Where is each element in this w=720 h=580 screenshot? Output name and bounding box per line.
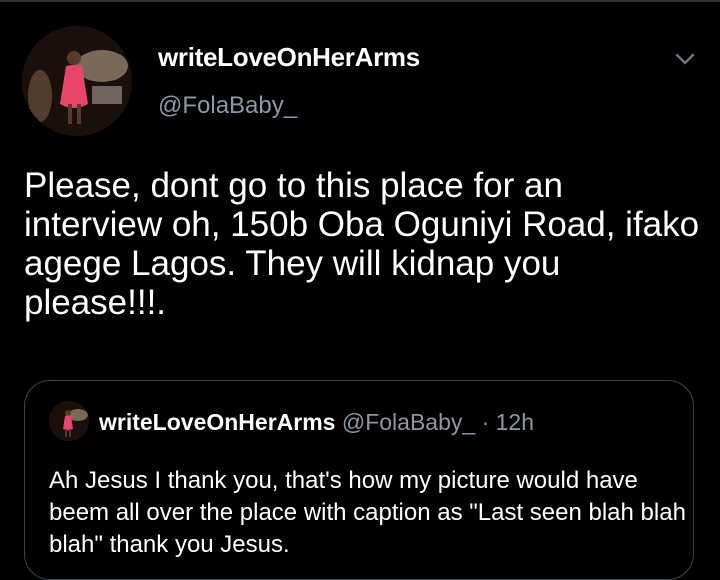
profile-photo	[49, 401, 89, 441]
quoted-author-handle[interactable]: @FolaBaby_	[342, 409, 475, 435]
tweet-text: Please, dont go to this place for an int…	[24, 166, 700, 322]
profile-photo	[22, 26, 132, 136]
quoted-author-display-name[interactable]: writeLoveOnHerArms	[99, 409, 335, 435]
quoted-tweet-header: writeLoveOnHerArms @FolaBaby_ · 12h	[99, 409, 534, 436]
author-handle[interactable]: @FolaBaby_	[158, 92, 297, 120]
quoted-separator: ·	[481, 409, 490, 435]
top-divider	[0, 0, 720, 2]
chevron-down-icon[interactable]	[672, 46, 698, 72]
author-display-name[interactable]: writeLoveOnHerArms	[158, 42, 420, 73]
author-avatar[interactable]	[22, 26, 132, 136]
quoted-author-avatar[interactable]	[49, 401, 89, 441]
quoted-tweet-card[interactable]: writeLoveOnHerArms @FolaBaby_ · 12h Ah J…	[24, 380, 694, 580]
quoted-tweet-text: Ah Jesus I thank you, that's how my pict…	[49, 467, 686, 558]
quoted-timestamp[interactable]: 12h	[496, 409, 534, 435]
